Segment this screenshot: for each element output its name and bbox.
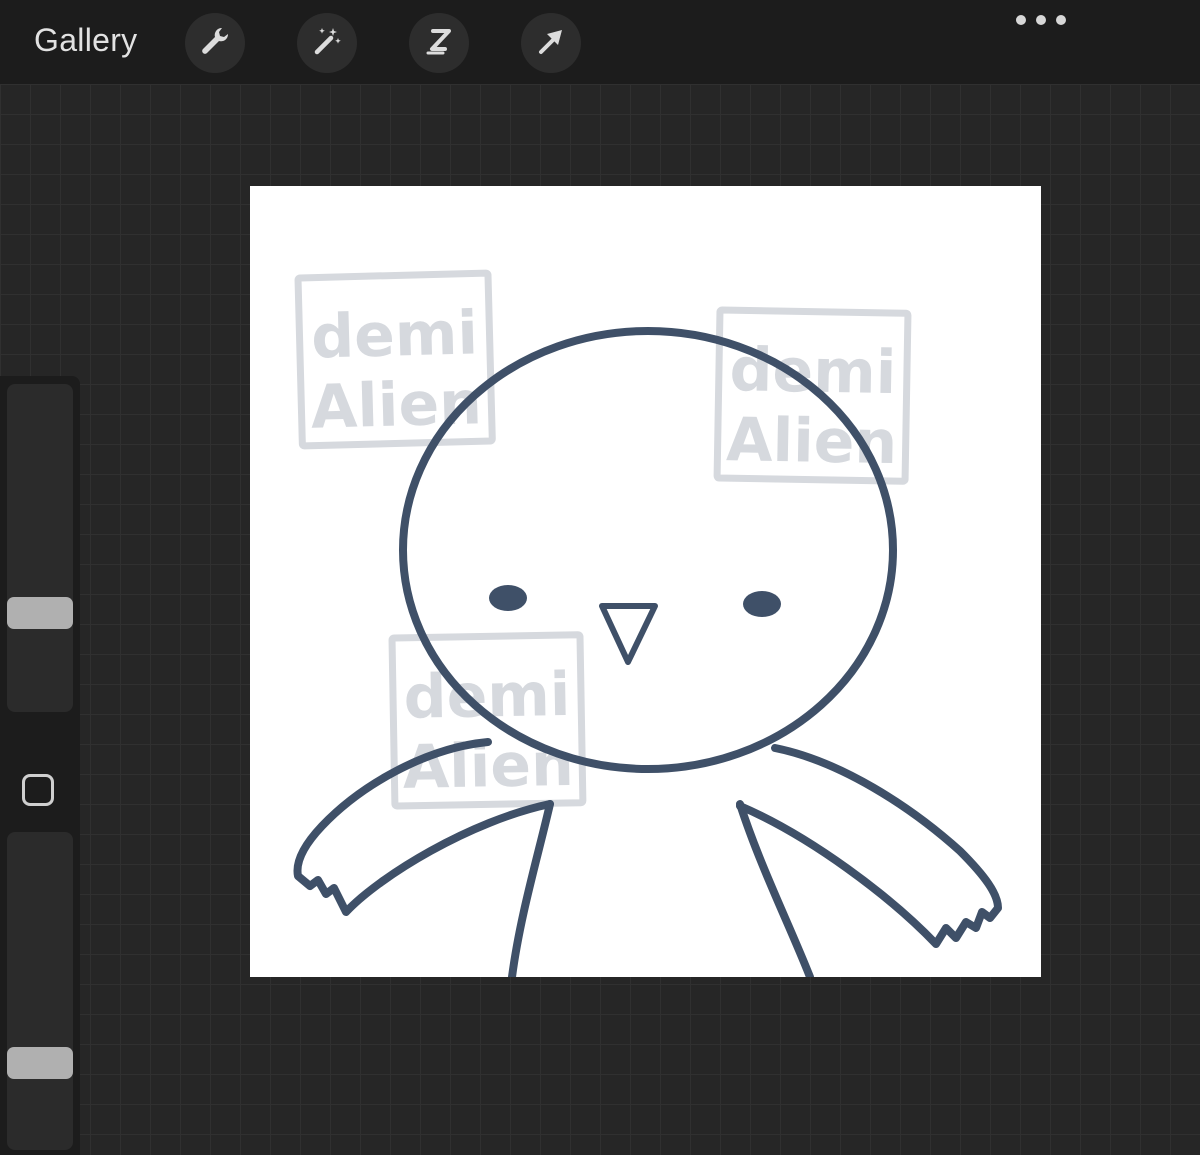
- arrow-cursor-icon: [533, 23, 569, 64]
- character-head: [399, 327, 897, 773]
- modify-button[interactable]: [22, 774, 54, 806]
- more-dots-icon: [1016, 15, 1026, 25]
- character-left-eye: [489, 585, 527, 611]
- opacity-handle[interactable]: [7, 1046, 73, 1079]
- more-options-button[interactable]: [1016, 10, 1066, 30]
- transform-button[interactable]: [521, 13, 581, 73]
- top-toolbar: Gallery: [0, 0, 1200, 84]
- watermark-line1: demi: [310, 298, 479, 372]
- watermark-line1: demi: [403, 660, 571, 733]
- character-right-eye: [743, 591, 781, 617]
- watermark-line1: demi: [729, 335, 897, 408]
- character-body-left-line: [508, 800, 554, 977]
- more-dot: [1056, 15, 1066, 25]
- drawing-artwork: demi Alien demi Alien demi Alien: [293, 269, 1002, 977]
- wrench-icon: [197, 23, 233, 64]
- drawing-canvas[interactable]: demi Alien demi Alien demi Alien: [250, 186, 1041, 977]
- left-sidebar: [0, 376, 80, 1155]
- magic-wand-icon: [309, 23, 345, 64]
- character-body-right-line: [736, 800, 814, 977]
- actions-button[interactable]: [185, 13, 245, 73]
- character-right-arm: [736, 744, 1002, 948]
- selection-button[interactable]: [409, 13, 469, 73]
- character-beak: [599, 603, 658, 665]
- gallery-button[interactable]: Gallery: [34, 22, 137, 59]
- opacity-slider[interactable]: [7, 832, 73, 1150]
- adjustments-button[interactable]: [297, 13, 357, 73]
- brush-size-handle[interactable]: [7, 597, 73, 630]
- brush-size-slider[interactable]: [7, 384, 73, 712]
- watermark-stamp: demi Alien: [294, 269, 496, 450]
- watermark-line2: Alien: [310, 368, 483, 442]
- watermark-stamp: demi Alien: [713, 306, 912, 485]
- selection-s-icon: [421, 23, 457, 64]
- more-dot: [1036, 15, 1046, 25]
